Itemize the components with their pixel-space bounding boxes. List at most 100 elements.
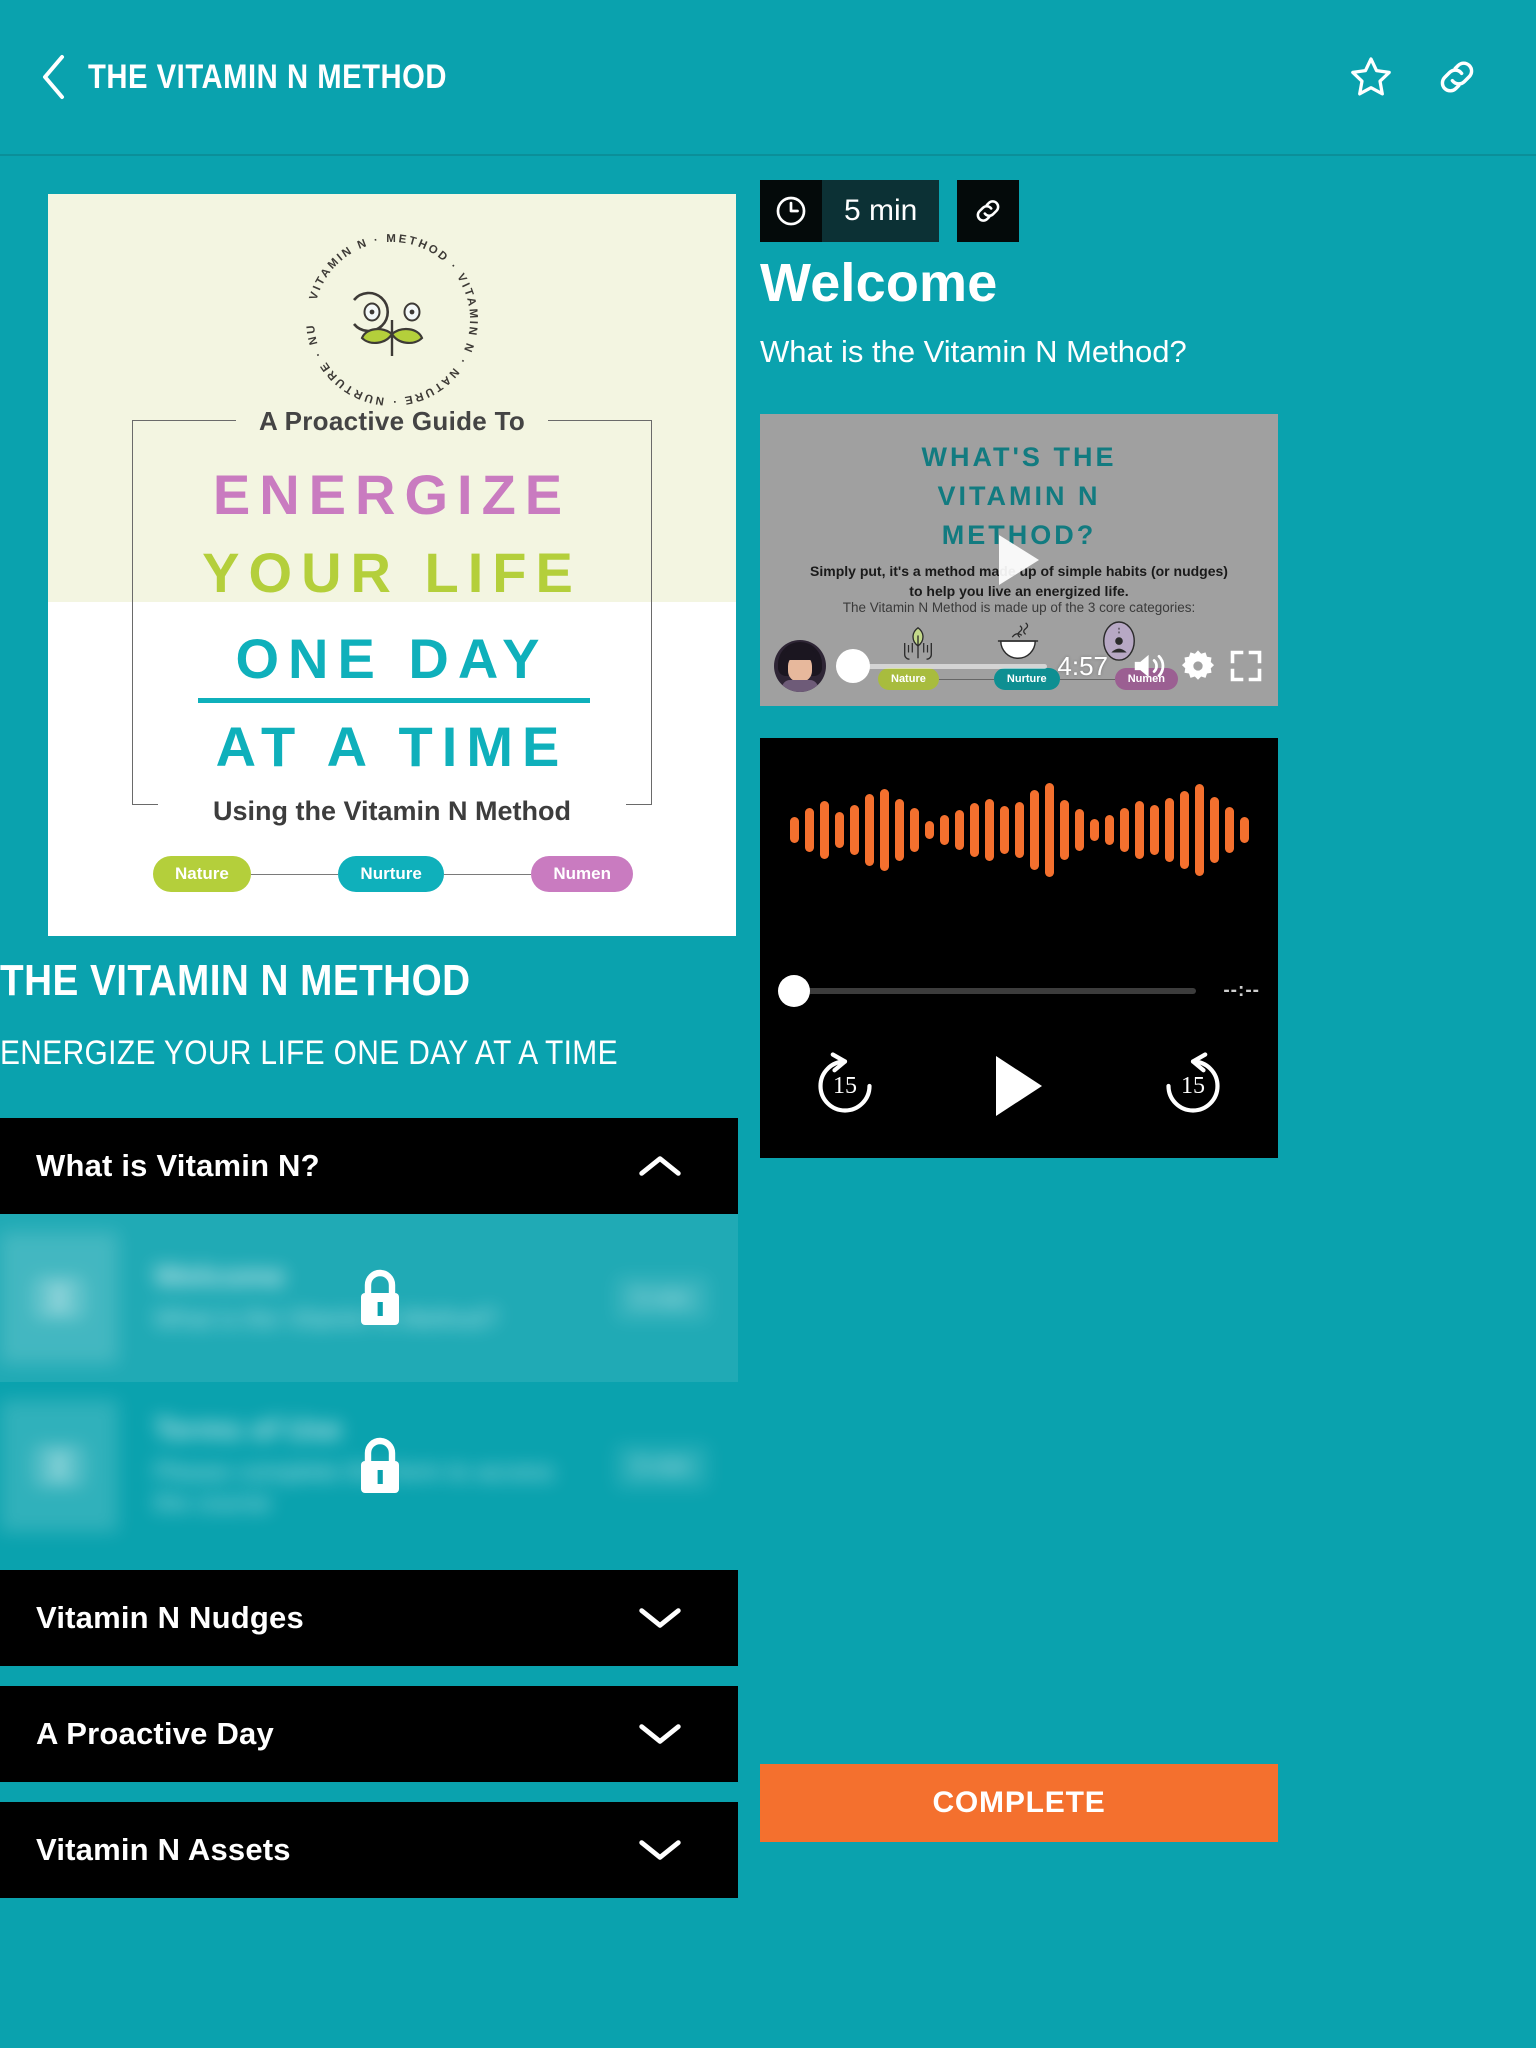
waveform-bar: [1059, 800, 1069, 860]
audio-player[interactable]: --:-- 15 15: [760, 738, 1278, 1158]
video-heading-line-1: WHAT'S THE: [921, 442, 1117, 472]
course-cover-image: VITAMIN N · METHOD · VITAMIN N · NATURE …: [48, 194, 736, 936]
link-icon[interactable]: [1434, 54, 1480, 100]
book-icon: [0, 1232, 118, 1364]
chevron-down-icon: [639, 1724, 681, 1744]
waveform-bar: [1209, 797, 1219, 863]
complete-button[interactable]: COMPLETE: [760, 1764, 1278, 1842]
waveform-bar: [879, 789, 889, 871]
cover-line-oneday: ONE DAY: [235, 627, 549, 690]
waveform-bar: [1029, 790, 1039, 870]
course-sidebar: VITAMIN N · METHOD · VITAMIN N · NATURE …: [0, 156, 760, 2048]
accordion-header-vitamin-n-assets[interactable]: Vitamin N Assets: [0, 1802, 738, 1898]
waveform-bar: [939, 815, 949, 845]
audio-elapsed-time: --:--: [1223, 980, 1260, 1001]
waveform-bar: [849, 805, 859, 855]
lock-icon: [361, 1269, 399, 1325]
audio-play-button[interactable]: [996, 1056, 1042, 1116]
waveform-bar: [954, 810, 964, 850]
list-item[interactable]: Welcome What is the Vitamin N Method? 5 …: [0, 1214, 738, 1382]
fullscreen-icon[interactable]: [1228, 648, 1264, 684]
cover-pill-numen: Numen: [531, 856, 634, 892]
chevron-left-icon: [43, 55, 64, 99]
list-item[interactable]: Terms of Use Please complete this form t…: [0, 1382, 738, 1550]
accordion-header-vitamin-n-nudges[interactable]: Vitamin N Nudges: [0, 1570, 738, 1666]
video-heading-line-2: VITAMIN N: [937, 481, 1101, 512]
star-icon[interactable]: [1348, 54, 1394, 100]
clock-icon-box: [760, 180, 822, 242]
rewind-15-button[interactable]: 15: [810, 1051, 880, 1121]
curriculum-accordion: What is Vitamin N? Welcome What is the V…: [0, 1118, 738, 1898]
waveform-bar: [1224, 807, 1234, 853]
lesson-detail-panel: 5 min Welcome What is the Vitamin N Meth…: [760, 156, 1536, 2048]
book-icon: [0, 1400, 118, 1532]
waveform-bar: [1179, 791, 1189, 869]
chevron-down-icon: [639, 1608, 681, 1628]
back-button[interactable]: [36, 50, 70, 104]
audio-seek-handle[interactable]: [778, 975, 810, 1007]
lesson-title: Welcome: [760, 253, 998, 313]
waveform-bar: [1104, 815, 1114, 845]
video-play-button[interactable]: [999, 535, 1039, 585]
cover-subtitle: Using the Vitamin N Method: [212, 796, 571, 826]
video-seek-handle[interactable]: [836, 649, 870, 683]
cover-pill-nature: Nature: [153, 856, 251, 892]
accordion-section-vitamin-n-nudges: Vitamin N Nudges: [0, 1570, 738, 1666]
accordion-section-what-is-vitamin-n: What is Vitamin N? Welcome What is the V…: [0, 1118, 738, 1550]
svg-text:VITAMIN N · METHOD · VITAMIN N: VITAMIN N · METHOD · VITAMIN N · NATURE …: [292, 220, 479, 407]
content-area: VITAMIN N · METHOD · VITAMIN N · NATURE …: [0, 156, 1536, 2048]
audio-seek-bar[interactable]: --:--: [778, 974, 1260, 1008]
cover-line-atatime: AT A TIME: [215, 715, 569, 778]
waveform-bar: [1149, 805, 1159, 855]
accordion-gap: [0, 1782, 738, 1802]
rewind-15-label: 15: [833, 1072, 857, 1099]
duration-badge: 5 min: [760, 180, 940, 242]
accordion-label: Vitamin N Nudges: [36, 1600, 304, 1635]
clock-icon: [776, 196, 806, 226]
video-player[interactable]: WHAT'S THE VITAMIN N METHOD? Simply put,…: [760, 414, 1278, 706]
waveform-bar: [924, 821, 934, 839]
duration-label: 5 min: [822, 180, 940, 242]
video-time-remaining: 4:57: [1057, 650, 1108, 681]
lock-icon: [361, 1437, 399, 1493]
accordion-label: What is Vitamin N?: [36, 1148, 320, 1183]
volume-icon[interactable]: [1132, 650, 1168, 682]
cover-underline: [198, 698, 590, 703]
waveform-bar: [804, 808, 814, 852]
course-title: THE VITAMIN N METHOD: [0, 956, 471, 1005]
waveform-bar: [1194, 784, 1204, 876]
waveform-bar: [1164, 798, 1174, 862]
lesson-duration: 5 min: [615, 1444, 708, 1488]
top-bar-actions: [1348, 54, 1480, 100]
lesson-meta-row: 5 min: [760, 180, 1020, 242]
waveform-bar: [909, 808, 919, 852]
chevron-down-icon: [639, 1840, 681, 1860]
waveform-bar: [969, 803, 979, 857]
waveform-bar: [864, 794, 874, 866]
waveform-bar: [1239, 817, 1249, 843]
accordion-header-a-proactive-day[interactable]: A Proactive Day: [0, 1686, 738, 1782]
cover-line-energize: ENERGIZE: [212, 463, 572, 526]
course-player-page: THE VITAMIN N METHOD VITAMIN N · METHOD …: [0, 0, 1536, 2048]
waveform-bar: [834, 812, 844, 848]
accordion-gap: [0, 1666, 738, 1686]
cover-category-pills: Nature Nurture Numen: [153, 856, 634, 892]
cover-pill-connector-2: [443, 873, 532, 875]
audio-waveform: [760, 780, 1278, 880]
accordion-header-what-is-vitamin-n[interactable]: What is Vitamin N?: [0, 1118, 738, 1214]
copy-link-button[interactable]: [957, 180, 1020, 242]
audio-controls: 15 15: [760, 1038, 1278, 1134]
course-subtitle: ENERGIZE YOUR LIFE ONE DAY AT A TIME: [0, 1034, 618, 1072]
audio-seek-track: [792, 988, 1196, 994]
forward-15-label: 15: [1181, 1072, 1205, 1099]
forward-15-button[interactable]: 15: [1158, 1051, 1228, 1121]
waveform-bar: [1074, 809, 1084, 851]
video-seek-bar[interactable]: [836, 640, 1048, 692]
gear-icon[interactable]: [1180, 648, 1216, 684]
vitamin-n-logo-icon: VITAMIN N · METHOD · VITAMIN N · NATURE …: [292, 220, 479, 407]
waveform-bar: [1044, 783, 1054, 877]
waveform-bar: [1119, 808, 1129, 852]
video-body-line-3: The Vitamin N Method is made up of the 3…: [842, 600, 1196, 615]
chevron-up-icon: [639, 1156, 681, 1176]
accordion-section-a-proactive-day: A Proactive Day: [0, 1686, 738, 1782]
